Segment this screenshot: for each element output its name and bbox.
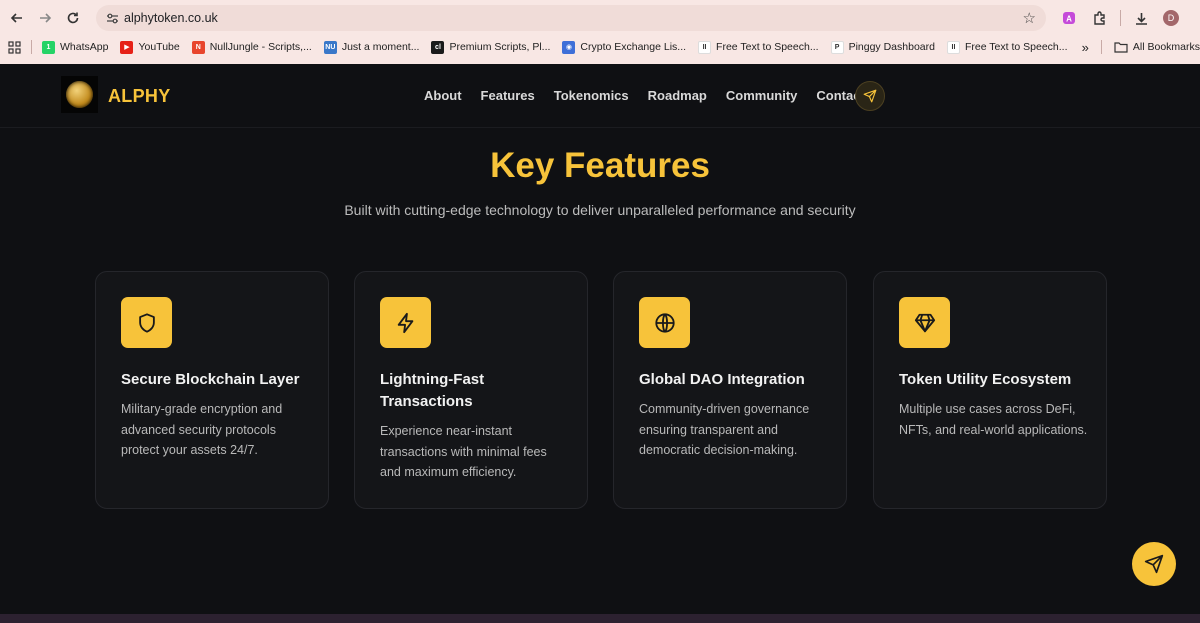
feature-card: Global DAO Integration Community-driven … bbox=[613, 271, 847, 509]
globe-icon bbox=[654, 312, 675, 333]
feature-description: Military-grade encryption and advanced s… bbox=[121, 402, 283, 457]
bookmarks-divider bbox=[1100, 40, 1102, 54]
coin-logo-icon bbox=[66, 81, 93, 108]
brand-name[interactable]: ALPHY bbox=[108, 86, 171, 107]
send-icon bbox=[863, 89, 877, 103]
feature-icon-box bbox=[899, 297, 950, 348]
section-title: Key Features bbox=[490, 146, 710, 185]
download-icon[interactable] bbox=[1126, 11, 1156, 26]
svg-text:A: A bbox=[1066, 15, 1072, 24]
nu-icon: NU bbox=[323, 40, 337, 54]
bookmark-item[interactable]: N NullJungle - Scripts,... bbox=[191, 40, 312, 54]
bookmark-label: NullJungle - Scripts,... bbox=[209, 41, 312, 53]
arrow-left-icon bbox=[10, 13, 22, 23]
feature-icon-box bbox=[121, 297, 172, 348]
apps-grid-icon[interactable] bbox=[8, 40, 21, 54]
tts-icon: II bbox=[698, 40, 712, 54]
lightning-icon bbox=[397, 312, 413, 333]
bookmarks-bar: 1 WhatsApp ▶ YouTube N NullJungle - Scripts,.… bbox=[0, 36, 1200, 58]
reload-button[interactable] bbox=[59, 4, 87, 32]
telegram-floating-button[interactable] bbox=[1132, 542, 1176, 586]
menu-item-roadmap[interactable]: Roadmap bbox=[648, 88, 707, 103]
menu-item-features[interactable]: Features bbox=[481, 88, 535, 103]
browser-toolbar: alphytoken.co.uk ☆ A D bbox=[0, 0, 1200, 36]
bookmark-label: Just a moment... bbox=[341, 41, 420, 53]
avatar: D bbox=[1163, 10, 1179, 26]
all-bookmarks-link[interactable]: All Bookmarks bbox=[1133, 41, 1200, 53]
feature-title: Secure Blockchain Layer bbox=[121, 371, 300, 388]
extension-a-icon[interactable]: A bbox=[1054, 11, 1084, 25]
back-button[interactable] bbox=[3, 4, 31, 32]
shield-icon bbox=[138, 312, 155, 333]
logo-image[interactable] bbox=[61, 76, 98, 113]
menu-item-tokenomics[interactable]: Tokenomics bbox=[554, 88, 629, 103]
feature-card: Token Utility Ecosystem Multiple use cas… bbox=[873, 271, 1107, 509]
profile-button[interactable]: D bbox=[1156, 10, 1186, 26]
bookmark-item[interactable]: ◉ Crypto Exchange Lis... bbox=[562, 40, 687, 54]
menu-item-about[interactable]: About bbox=[424, 88, 462, 103]
url-text[interactable]: alphytoken.co.uk bbox=[124, 11, 218, 25]
whatsapp-icon: 1 bbox=[42, 40, 55, 54]
toolbar-divider bbox=[1114, 10, 1126, 26]
feature-description: Community-driven governance ensuring tra… bbox=[639, 402, 810, 457]
feature-card: Lightning-Fast Transactions Experience n… bbox=[354, 271, 588, 509]
feature-icon-box bbox=[639, 297, 690, 348]
nulljungle-icon: N bbox=[191, 40, 205, 54]
bookmark-label: WhatsApp bbox=[60, 41, 109, 53]
folder-icon bbox=[1114, 42, 1128, 53]
os-taskbar bbox=[0, 614, 1200, 623]
bookmark-label: Pinggy Dashboard bbox=[848, 41, 935, 53]
bookmarks-right: » All Bookmarks bbox=[1082, 36, 1200, 58]
bookmarks-divider bbox=[31, 40, 32, 54]
bookmark-list: 1 WhatsApp ▶ YouTube N NullJungle - Scripts,.… bbox=[42, 40, 1080, 54]
bookmark-label: YouTube bbox=[138, 41, 180, 53]
site-info-icon[interactable] bbox=[100, 12, 124, 25]
section-subtitle: Built with cutting-edge technology to de… bbox=[344, 202, 856, 218]
site-navbar: ALPHY About Features Tokenomics Roadmap … bbox=[0, 64, 1200, 128]
bookmark-label: Free Text to Speech... bbox=[716, 41, 819, 53]
bookmark-item[interactable]: II Free Text to Speech... bbox=[698, 40, 819, 54]
diamond-icon bbox=[914, 313, 935, 332]
bookmark-label: Premium Scripts, Pl... bbox=[449, 41, 551, 53]
feature-title: Global DAO Integration bbox=[639, 371, 805, 388]
feature-title: Token Utility Ecosystem bbox=[899, 371, 1072, 388]
telegram-button[interactable] bbox=[855, 81, 885, 111]
bookmark-item[interactable]: P Pinggy Dashboard bbox=[830, 40, 935, 54]
feature-title: Lightning-Fast Transactions bbox=[380, 371, 485, 410]
feature-icon-box bbox=[380, 297, 431, 348]
tts-icon: II bbox=[946, 40, 960, 54]
arrow-right-icon bbox=[40, 13, 52, 23]
forward-button[interactable] bbox=[31, 4, 59, 32]
bookmark-item[interactable]: II Free Text to Speech... bbox=[946, 40, 1068, 54]
send-icon bbox=[1144, 554, 1164, 574]
bookmark-item[interactable]: ▶ YouTube bbox=[120, 40, 180, 54]
bookmarks-overflow-button[interactable]: » bbox=[1082, 40, 1089, 55]
extensions-puzzle-icon[interactable] bbox=[1084, 10, 1114, 26]
bookmark-item[interactable]: 1 WhatsApp bbox=[42, 40, 109, 54]
feature-description: Multiple use cases across DeFi, NFTs, an… bbox=[899, 402, 1088, 437]
youtube-icon: ▶ bbox=[120, 40, 134, 54]
globe-icon: ◉ bbox=[562, 40, 576, 54]
browser-chrome: alphytoken.co.uk ☆ A D 1 WhatsApp ▶ YouTube… bbox=[0, 0, 1200, 64]
main-menu: About Features Tokenomics Roadmap Commun… bbox=[424, 88, 884, 103]
reload-icon bbox=[67, 12, 79, 24]
bookmark-label: Free Text to Speech... bbox=[964, 41, 1068, 53]
menu-item-community[interactable]: Community bbox=[726, 88, 798, 103]
website: ALPHY About Features Tokenomics Roadmap … bbox=[0, 64, 1200, 614]
feature-description: Experience near-instant transactions wit… bbox=[380, 424, 547, 479]
bookmark-item[interactable]: NU Just a moment... bbox=[323, 40, 420, 54]
bookmark-item[interactable]: cl Premium Scripts, Pl... bbox=[431, 40, 551, 54]
bookmark-star-icon[interactable]: ☆ bbox=[1023, 9, 1036, 27]
feature-card: Secure Blockchain Layer Military-grade e… bbox=[95, 271, 329, 509]
bookmark-label: Crypto Exchange Lis... bbox=[580, 41, 687, 53]
toolbar-actions: A D bbox=[1054, 0, 1200, 36]
cl-icon: cl bbox=[431, 40, 445, 54]
address-bar[interactable]: alphytoken.co.uk ☆ bbox=[96, 5, 1046, 31]
pinggy-icon: P bbox=[830, 40, 844, 54]
